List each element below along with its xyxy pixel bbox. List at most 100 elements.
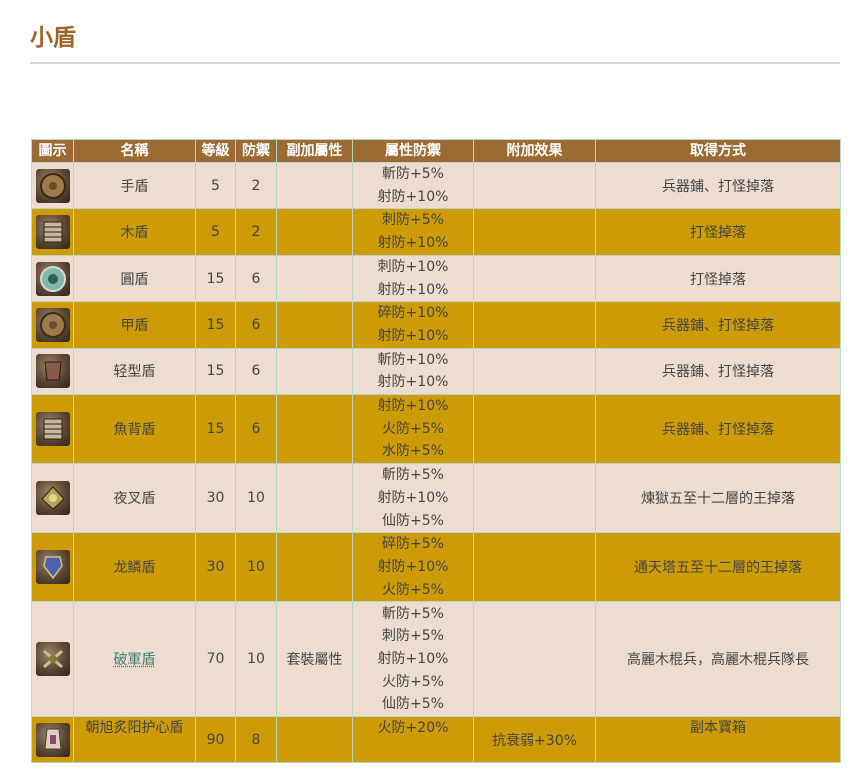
icon-cell — [31, 347, 74, 396]
resistance-line: 射防+10% — [377, 327, 449, 344]
slat-shield-icon — [35, 412, 70, 447]
extra-cell: 套裝屬性 — [276, 601, 353, 718]
resistance-cell: 刺防+5% 射防+10% — [352, 208, 474, 256]
item-name: 龙鳞盾 — [113, 560, 156, 577]
resistance-cell: 斬防+5% 射防+10% — [352, 161, 474, 210]
icon-cell — [31, 532, 74, 603]
resistance-line: 仙防+5% — [382, 696, 444, 713]
effect-cell — [473, 532, 596, 603]
name-cell: 夜叉盾 — [73, 463, 196, 534]
resistance-line: 射防+10% — [377, 188, 449, 205]
defense-cell: 6 — [235, 394, 277, 465]
effect-cell — [473, 208, 596, 256]
extra-cell — [276, 716, 353, 764]
defense-cell: 6 — [235, 301, 277, 349]
resistance-line: 碎防+10% — [377, 305, 449, 322]
icon-cell — [31, 161, 74, 210]
resistance-cell: 刺防+10% 射防+10% — [352, 254, 474, 303]
round-wooden-shield-icon — [35, 168, 70, 203]
table-row: 甲盾 15 6 碎防+10% 射防+10% 兵器鋪、打怪掉落 — [31, 301, 841, 349]
resistance-cell: 射防+10% 火防+5% 水防+5% — [352, 394, 474, 465]
effect-cell — [473, 601, 596, 718]
item-name: 魚背盾 — [113, 422, 156, 439]
resistance-line: 刺防+5% — [382, 212, 444, 229]
header-effect: 附加效果 — [473, 139, 596, 163]
source-cell: 兵器鋪、打怪掉落 — [595, 301, 841, 349]
resistance-line: 刺防+10% — [377, 258, 449, 275]
table-row: 龙鳞盾 30 10 碎防+5% 射防+10% 火防+5% 通天塔五至十二層的王掉落 — [31, 532, 841, 603]
extra-cell — [276, 161, 353, 210]
resistance-cell: 斬防+5% 刺防+5% 射防+10% 火防+5% 仙防+5% — [352, 601, 474, 718]
extra-cell — [276, 347, 353, 396]
resistance-cell: 火防+20% — [352, 716, 474, 764]
source-cell: 煉獄五至十二層的王掉落 — [595, 463, 841, 534]
resistance-line: 刺防+5% — [382, 628, 444, 645]
round-teal-shield-icon — [35, 261, 70, 296]
defense-cell: 6 — [235, 347, 277, 396]
resistance-line: 射防+10% — [377, 489, 449, 506]
header-icon: 圖示 — [31, 139, 74, 163]
name-cell: 魚背盾 — [73, 394, 196, 465]
resistance-line: 射防+10% — [377, 281, 449, 298]
source-cell: 副本寶箱 — [595, 716, 841, 764]
name-cell: 破軍盾 — [73, 601, 196, 718]
level-cell: 5 — [195, 161, 236, 210]
defense-cell: 8 — [235, 716, 277, 764]
item-name: 轻型盾 — [113, 364, 156, 381]
dragon-scale-shield-icon — [35, 550, 70, 585]
round-wooden-shield-icon — [35, 307, 70, 342]
effect-cell — [473, 161, 596, 210]
icon-cell — [31, 601, 74, 718]
icon-cell — [31, 301, 74, 349]
icon-cell — [31, 254, 74, 303]
level-cell: 15 — [195, 254, 236, 303]
effect-cell — [473, 301, 596, 349]
header-extra: 副加屬性 — [276, 139, 353, 163]
source-cell: 打怪掉落 — [595, 254, 841, 303]
icon-cell — [31, 394, 74, 465]
resistance-line: 斬防+5% — [382, 467, 444, 484]
table-row: 木盾 5 2 刺防+5% 射防+10% 打怪掉落 — [31, 208, 841, 256]
table-row: 夜叉盾 30 10 斬防+5% 射防+10% 仙防+5% 煉獄五至十二層的王掉落 — [31, 463, 841, 534]
level-cell: 15 — [195, 394, 236, 465]
level-cell: 70 — [195, 601, 236, 718]
name-cell: 朝旭炙阳护心盾 — [73, 716, 196, 764]
table-row: 轻型盾 15 6 斬防+10% 射防+10% 兵器鋪、打怪掉落 — [31, 347, 841, 396]
level-cell: 30 — [195, 463, 236, 534]
name-cell: 轻型盾 — [73, 347, 196, 396]
header-resistance: 屬性防禦 — [352, 139, 474, 163]
defense-cell: 10 — [235, 601, 277, 718]
header-source: 取得方式 — [595, 139, 841, 163]
level-cell: 30 — [195, 532, 236, 603]
source-cell: 通天塔五至十二層的王掉落 — [595, 532, 841, 603]
item-name-link[interactable]: 破軍盾 — [114, 652, 156, 668]
resistance-line: 斬防+5% — [382, 605, 444, 622]
table-row: 朝旭炙阳护心盾 90 8 火防+20% 抗衰弱+30% 副本寶箱 — [31, 716, 841, 764]
defense-cell: 10 — [235, 463, 277, 534]
resistance-line: 火防+5% — [382, 581, 444, 598]
resistance-cell: 斬防+5% 射防+10% 仙防+5% — [352, 463, 474, 534]
shield-table: 圖示 名稱 等級 防禦 副加屬性 屬性防禦 附加效果 取得方式 手盾 5 2 斬防+5… — [31, 139, 841, 764]
item-name: 夜叉盾 — [113, 491, 156, 508]
item-name: 朝旭炙阳护心盾 — [85, 720, 184, 737]
name-cell: 圓盾 — [73, 254, 196, 303]
resistance-line: 射防+10% — [377, 651, 449, 667]
spiked-shield-icon — [35, 481, 70, 516]
effect-cell — [473, 254, 596, 303]
header-defense: 防禦 — [235, 139, 277, 163]
resistance-line: 射防+10% — [377, 235, 449, 252]
extra-cell — [276, 254, 353, 303]
defense-cell: 2 — [235, 208, 277, 256]
resistance-line: 碎防+5% — [382, 536, 444, 553]
resistance-line: 斬防+10% — [377, 351, 449, 368]
resistance-cell: 碎防+10% 射防+10% — [352, 301, 474, 349]
icon-cell — [31, 463, 74, 534]
header-level: 等級 — [195, 139, 236, 163]
resistance-line: 射防+10% — [377, 398, 449, 415]
item-name: 甲盾 — [120, 317, 149, 334]
effect-cell — [473, 463, 596, 534]
table-row: 破軍盾 70 10 套裝屬性 斬防+5% 刺防+5% 射防+10% 火防+5% 仙防+5% 高麗木… — [31, 601, 841, 718]
extra-cell — [276, 301, 353, 349]
extra-cell — [276, 394, 353, 465]
level-cell: 15 — [195, 347, 236, 396]
